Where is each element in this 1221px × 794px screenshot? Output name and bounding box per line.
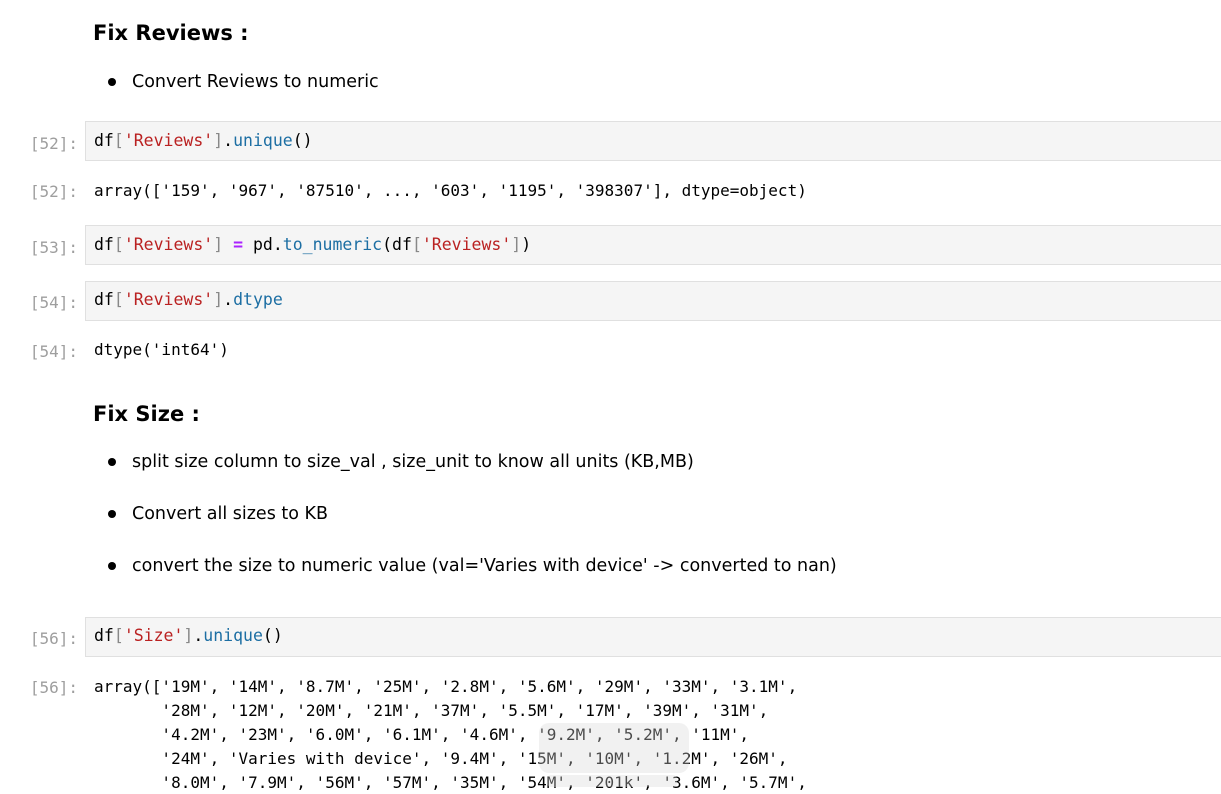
cell-54-code[interactable]: df['Reviews'].dtype (94, 288, 283, 312)
heading-fix-size: Fix Size : (93, 402, 200, 426)
bullet-icon (108, 562, 116, 570)
cell-52-code[interactable]: df['Reviews'].unique() (94, 129, 313, 153)
cell-53-in-prompt: [53]: (29, 238, 78, 257)
cell-52-output: array(['159', '967', '87510', ..., '603'… (94, 181, 807, 200)
heading-fix-reviews: Fix Reviews : (93, 21, 249, 45)
cell-54-output: dtype('int64') (94, 340, 229, 359)
cell-56-code[interactable]: df['Size'].unique() (94, 624, 283, 648)
cell-56-out-prompt: [56]: (29, 678, 78, 697)
cell-56-output-line: '4.2M', '23M', '6.0M', '6.1M', '4.6M', '… (94, 725, 750, 744)
cell-56-output-line: '8.0M', '7.9M', '56M', '57M', '35M', '54… (94, 773, 807, 792)
bullet-icon (108, 458, 116, 466)
cell-56-output-line: array(['19M', '14M', '8.7M', '25M', '2.8… (94, 677, 798, 696)
cell-53-code[interactable]: df['Reviews'] = pd.to_numeric(df['Review… (94, 233, 531, 257)
cell-56-output-line: '28M', '12M', '20M', '21M', '37M', '5.5M… (94, 701, 769, 720)
cell-52-in-prompt: [52]: (29, 134, 78, 153)
cell-56-output-line: '24M', 'Varies with device', '9.4M', '15… (94, 749, 788, 768)
cell-54-in-prompt: [54]: (29, 293, 78, 312)
bullet-icon (108, 510, 116, 518)
cell-52-out-prompt: [52]: (29, 182, 78, 201)
cell-54-out-prompt: [54]: (29, 342, 78, 361)
bullet-icon (108, 78, 116, 86)
cell-56-in-prompt: [56]: (29, 629, 78, 648)
